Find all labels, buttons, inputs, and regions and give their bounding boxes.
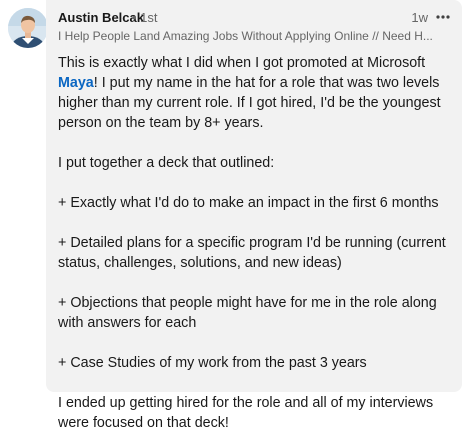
comment-paragraph: + Objections that people might have for …: [58, 295, 437, 331]
mention-link[interactable]: Maya: [58, 75, 94, 91]
more-options-button[interactable]: [434, 8, 452, 26]
comment-paragraph: + Case Studies of my work from the past …: [58, 355, 367, 371]
comment-paragraph: This is exactly what I did when I got pr…: [58, 53, 450, 133]
comment-bubble: Austin Belcak • 1st 1w I Help People Lan…: [46, 0, 462, 431]
comment-time: 1w: [411, 10, 428, 25]
comment-header: Austin Belcak • 1st 1w: [58, 10, 450, 26]
comment-paragraph: I ended up getting hired for the role an…: [58, 395, 434, 431]
author-headline: I Help People Land Amazing Jobs Without …: [58, 29, 433, 43]
comment-text: ! I put my name in the hat for a role th…: [58, 75, 441, 131]
more-horizontal-icon: [436, 15, 450, 19]
connection-degree: • 1st: [132, 10, 158, 25]
comment-paragraph: + Detailed plans for a specific program …: [58, 235, 446, 271]
avatar[interactable]: [8, 8, 48, 48]
comment-paragraph: + Exactly what I'd do to make an impact …: [58, 195, 439, 211]
comment-body: This is exactly what I did when I got pr…: [58, 53, 450, 433]
avatar-photo: [8, 8, 48, 48]
comment-paragraph: I put together a deck that outlined:: [58, 155, 275, 171]
comment-text: This is exactly what I did when I got pr…: [58, 55, 426, 71]
